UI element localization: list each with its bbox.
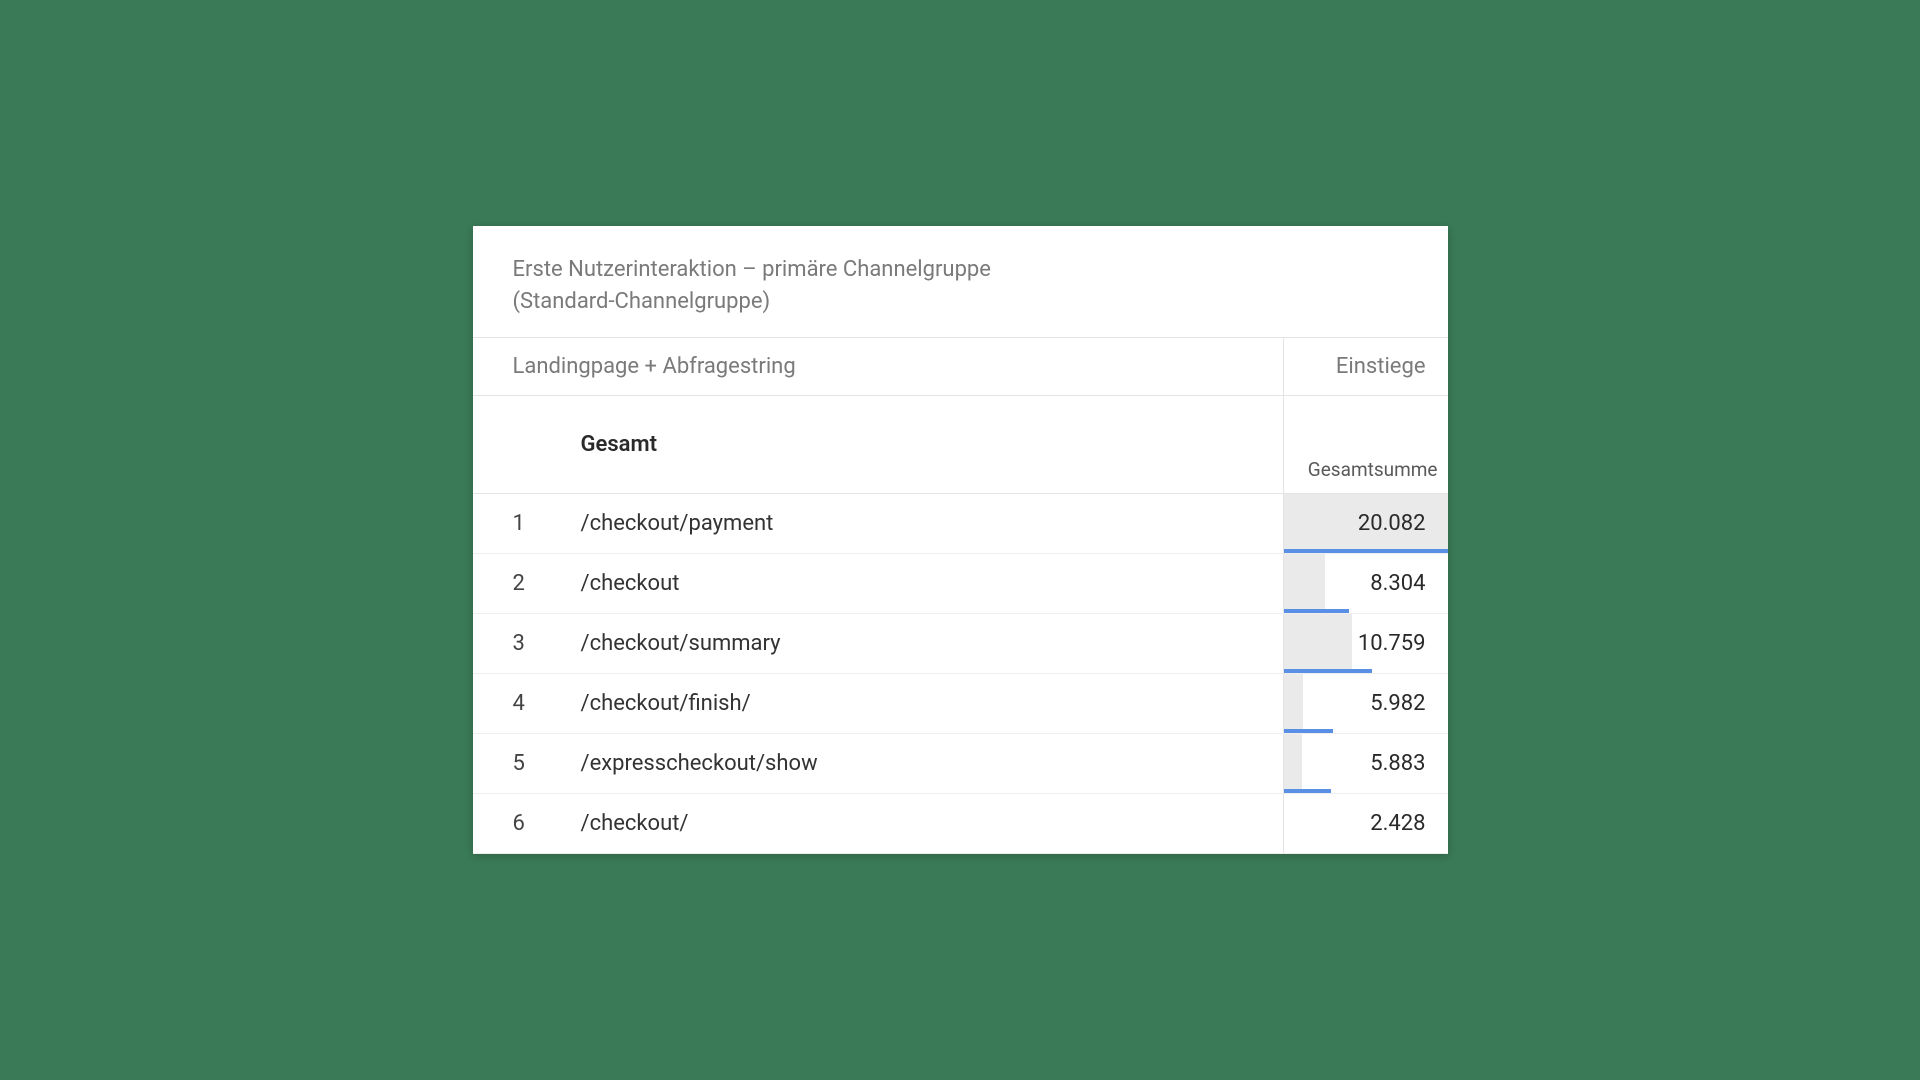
table-header-columns: Landingpage + Abfragestring Einstiege bbox=[473, 338, 1448, 396]
dimension-column-header[interactable]: Landingpage + Abfragestring bbox=[473, 338, 1283, 395]
table-row[interactable]: 6/checkout/2.428 bbox=[473, 794, 1448, 854]
row-left: 2/checkout bbox=[473, 554, 1283, 613]
total-label: Gesamt bbox=[473, 396, 1283, 493]
bar-background bbox=[1284, 674, 1304, 733]
title-line2: (Standard-Channelgruppe) bbox=[513, 289, 771, 314]
row-number: 4 bbox=[513, 691, 581, 716]
row-page-path: /checkout bbox=[581, 571, 680, 596]
table-row[interactable]: 1/checkout/payment 20.082 bbox=[473, 494, 1448, 554]
channel-group-title: Erste Nutzerinteraktion – primäre Channe… bbox=[513, 254, 1408, 318]
row-number: 2 bbox=[513, 571, 581, 596]
row-left: 1/checkout/payment bbox=[473, 494, 1283, 553]
bar-foreground bbox=[1284, 789, 1332, 793]
row-value: 5.883 bbox=[1370, 751, 1425, 776]
row-metric-cell: 5.883 bbox=[1283, 734, 1448, 793]
metric-column-header[interactable]: Einstiege bbox=[1283, 338, 1448, 395]
bar-foreground bbox=[1284, 549, 1448, 553]
row-number: 5 bbox=[513, 751, 581, 776]
table-row[interactable]: 3/checkout/summary 10.759 bbox=[473, 614, 1448, 674]
analytics-table-panel: Erste Nutzerinteraktion – primäre Channe… bbox=[473, 226, 1448, 855]
row-metric-cell: 10.759 bbox=[1283, 614, 1448, 673]
row-value: 10.759 bbox=[1358, 631, 1426, 656]
row-number: 3 bbox=[513, 631, 581, 656]
row-left: 4/checkout/finish/ bbox=[473, 674, 1283, 733]
bar-foreground bbox=[1284, 729, 1333, 733]
total-row: Gesamt Gesamtsumme bbox=[473, 396, 1448, 494]
row-value: 2.428 bbox=[1370, 811, 1425, 836]
bar-foreground bbox=[1284, 609, 1350, 613]
row-number: 6 bbox=[513, 811, 581, 836]
row-value: 5.982 bbox=[1370, 691, 1425, 716]
row-left: 3/checkout/summary bbox=[473, 614, 1283, 673]
row-value: 8.304 bbox=[1370, 571, 1425, 596]
row-page-path: /expresscheckout/show bbox=[581, 751, 818, 776]
row-page-path: /checkout/ bbox=[581, 811, 689, 836]
bar-background bbox=[1284, 554, 1325, 613]
row-page-path: /checkout/finish/ bbox=[581, 691, 751, 716]
table-row[interactable]: 5/expresscheckout/show 5.883 bbox=[473, 734, 1448, 794]
row-metric-cell: 5.982 bbox=[1283, 674, 1448, 733]
table-row[interactable]: 4/checkout/finish/5.982 bbox=[473, 674, 1448, 734]
row-left: 5/expresscheckout/show bbox=[473, 734, 1283, 793]
row-value: 20.082 bbox=[1358, 511, 1426, 536]
bar-background bbox=[1284, 614, 1353, 673]
row-metric-cell: 20.082 bbox=[1283, 494, 1448, 553]
total-sum-label: Gesamtsumme bbox=[1283, 396, 1448, 493]
table-header-primary: Erste Nutzerinteraktion – primäre Channe… bbox=[473, 226, 1448, 339]
title-line1: Erste Nutzerinteraktion – primäre Channe… bbox=[513, 257, 991, 282]
bar-foreground bbox=[1284, 669, 1373, 673]
row-number: 1 bbox=[513, 511, 581, 536]
table-body: 1/checkout/payment 20.082 2/checkout 8.304 3… bbox=[473, 494, 1448, 854]
row-metric-cell: 2.428 bbox=[1283, 794, 1448, 853]
row-metric-cell: 8.304 bbox=[1283, 554, 1448, 613]
row-page-path: /checkout/summary bbox=[581, 631, 781, 656]
row-left: 6/checkout/ bbox=[473, 794, 1283, 853]
row-page-path: /checkout/payment bbox=[581, 511, 774, 536]
bar-background bbox=[1284, 734, 1302, 793]
table-row[interactable]: 2/checkout 8.304 bbox=[473, 554, 1448, 614]
